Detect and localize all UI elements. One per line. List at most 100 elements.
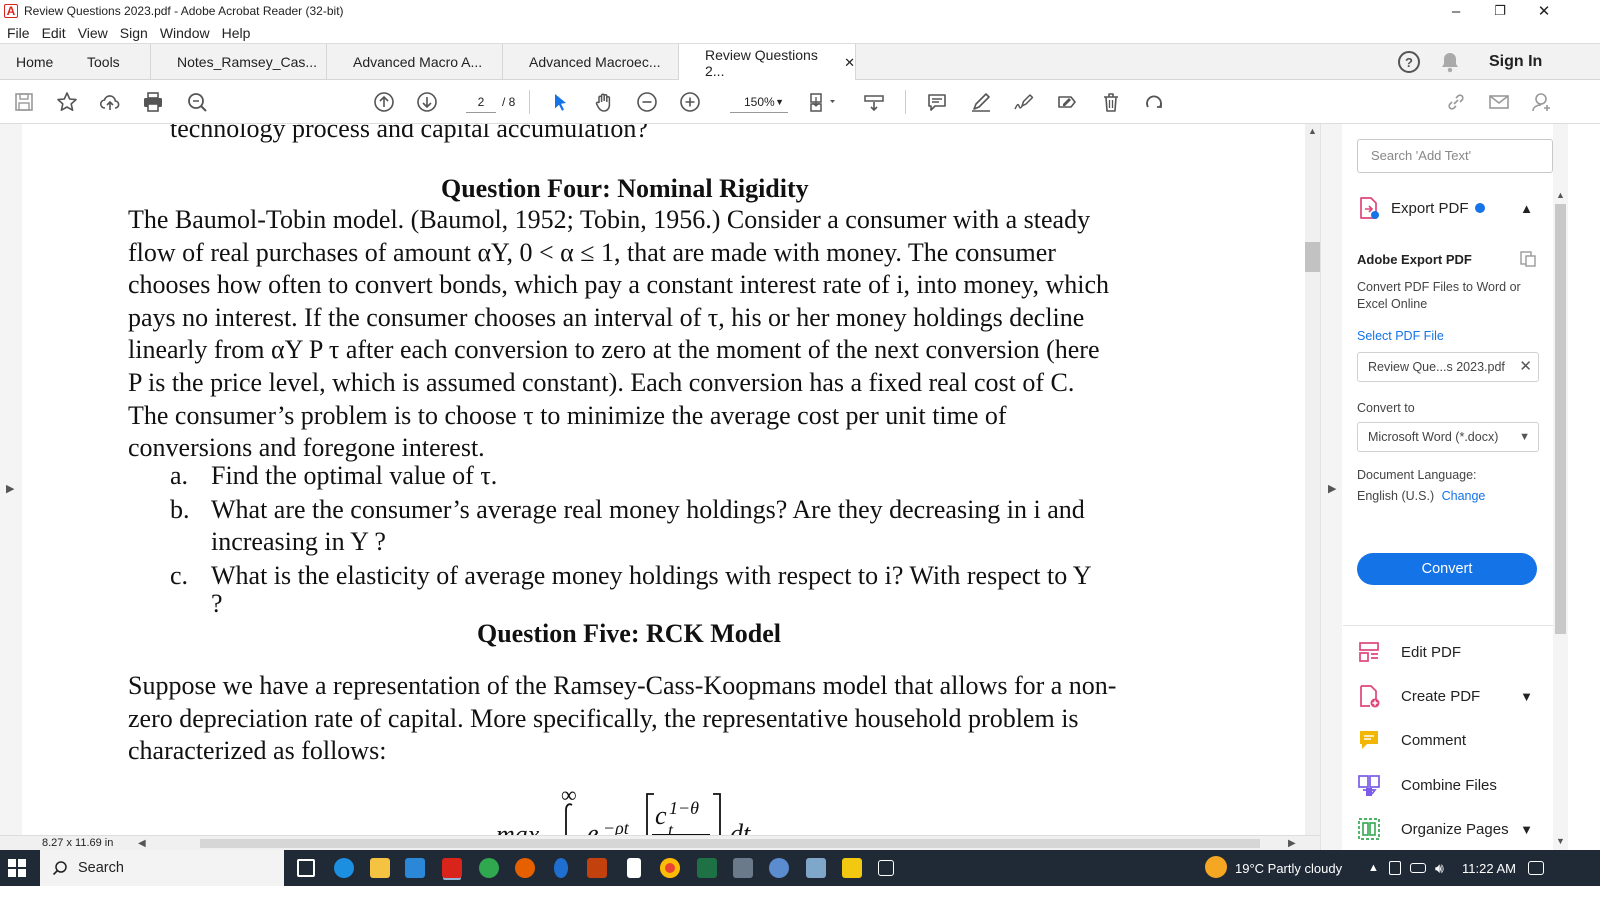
scroll-down-icon[interactable]: ▼ (1556, 836, 1565, 846)
tab-home[interactable]: Home (16, 44, 53, 80)
add-user-button[interactable] (1528, 88, 1556, 116)
doc-tab[interactable]: Advanced Macro A... (326, 44, 502, 80)
zoom-in-button[interactable] (676, 88, 704, 116)
previous-page-button[interactable] (370, 88, 398, 116)
tools-search-input[interactable]: Search 'Add Text' (1357, 139, 1553, 173)
mail-icon[interactable] (405, 858, 425, 878)
chevron-down-icon[interactable]: ▼ (1520, 689, 1533, 704)
battery-icon[interactable] (1410, 863, 1426, 873)
page-display-button[interactable] (805, 88, 839, 116)
document-viewport[interactable]: ▶ technology process and capital accumul… (0, 124, 1320, 850)
print-button[interactable] (139, 88, 167, 116)
delete-button[interactable] (1097, 88, 1125, 116)
calculator-icon[interactable] (733, 858, 753, 878)
notepad-icon[interactable] (627, 858, 641, 878)
windows-start-icon[interactable] (8, 859, 26, 877)
zoom-out-button[interactable] (633, 88, 661, 116)
email-button[interactable] (1485, 88, 1513, 116)
fill-sign-button[interactable] (1053, 88, 1081, 116)
zoom-level-select[interactable]: 150% ▼ (730, 91, 788, 113)
horizontal-scrollbar-thumb[interactable] (200, 839, 1260, 848)
rotate-button[interactable] (1140, 88, 1168, 116)
export-pdf-header[interactable]: Export PDF ▲ (1357, 192, 1553, 224)
select-tool-button[interactable] (546, 88, 574, 116)
tools-pane: Search 'Add Text' Export PDF ▲ Adobe Exp… (1343, 124, 1553, 850)
tools-pane-scrollbar[interactable]: ▲ ▼ (1553, 124, 1568, 850)
power-bi-icon[interactable] (842, 858, 862, 878)
comment-button[interactable] (923, 88, 951, 116)
file-explorer-icon[interactable] (370, 858, 390, 878)
highlight-button[interactable] (967, 88, 995, 116)
close-window-button[interactable]: ✕ (1521, 0, 1567, 22)
scrollbar-thumb[interactable] (1555, 204, 1566, 634)
network-app-icon[interactable] (806, 858, 826, 878)
convert-format-select[interactable]: Microsoft Word (*.docx) ▼ (1357, 422, 1539, 452)
edge-browser-icon[interactable] (334, 858, 354, 878)
list-item-text: What are the consumer’s average real mon… (211, 495, 1085, 524)
restore-button[interactable]: ❐ (1477, 0, 1523, 22)
onedrive-sync-icon[interactable] (1389, 861, 1401, 875)
menu-view[interactable]: View (78, 25, 108, 41)
scrollbar-thumb[interactable] (1305, 242, 1320, 272)
menu-file[interactable]: File (7, 25, 30, 41)
notifications-center-icon[interactable] (1528, 861, 1544, 875)
left-panel-toggle[interactable]: ▶ (0, 124, 22, 850)
page-number-input[interactable]: 2 (466, 91, 496, 113)
weather-readout[interactable]: 19°C Partly cloudy (1235, 850, 1342, 886)
document-vertical-scrollbar[interactable]: ▲ ▼ (1305, 124, 1320, 850)
chrome-icon[interactable] (660, 858, 680, 878)
doc-tab[interactable]: Advanced Macroec... (502, 44, 678, 80)
tab-tools[interactable]: Tools (87, 44, 120, 80)
powerpoint-icon[interactable] (587, 858, 607, 878)
sign-in-button[interactable]: Sign In (1489, 44, 1542, 80)
clear-file-icon[interactable]: ✕ (1519, 353, 1532, 381)
excel-icon[interactable] (697, 858, 717, 878)
menu-sign[interactable]: Sign (120, 25, 148, 41)
close-tab-icon[interactable]: ✕ (844, 55, 855, 71)
bluetooth-icon[interactable] (554, 858, 568, 878)
help-button[interactable]: ? (1398, 44, 1420, 80)
doc-tab-active[interactable]: Review Questions 2... ✕ (678, 44, 856, 81)
save-button[interactable] (10, 88, 38, 116)
taskbar-search[interactable]: Search (40, 850, 284, 886)
volume-icon[interactable]: 🔊︎ (1435, 850, 1444, 886)
scroll-right-icon[interactable]: ▶ (1288, 836, 1296, 851)
chevron-up-icon[interactable]: ▲ (1520, 201, 1533, 216)
share-link-button[interactable] (1442, 88, 1470, 116)
tray-overflow-icon[interactable]: ▲ (1368, 850, 1379, 886)
scroll-up-icon[interactable]: ▲ (1308, 126, 1317, 136)
tool-comment[interactable]: Comment (1357, 726, 1553, 754)
tool-create-pdf[interactable]: Create PDF ▼ (1357, 682, 1553, 710)
clock[interactable]: 11:22 AM (1462, 850, 1516, 886)
acrobat-taskbar-icon[interactable] (442, 858, 462, 878)
scroll-up-icon[interactable]: ▲ (1556, 190, 1565, 200)
utorrent-icon[interactable] (479, 858, 499, 878)
bookmark-star-button[interactable] (53, 88, 81, 116)
select-pdf-file-link[interactable]: Select PDF File (1357, 329, 1444, 343)
selected-file-field[interactable]: Review Que...s 2023.pdf ✕ (1357, 352, 1539, 382)
menu-window[interactable]: Window (160, 25, 210, 41)
menu-edit[interactable]: Edit (42, 25, 66, 41)
change-language-link[interactable]: Change (1442, 489, 1486, 503)
task-view-icon[interactable] (297, 859, 315, 877)
app-grid-icon[interactable] (878, 860, 894, 876)
tool-organize-pages[interactable]: Organize Pages ▼ (1357, 815, 1553, 843)
hand-tool-button[interactable] (590, 88, 618, 116)
tool-combine-files[interactable]: Combine Files (1357, 771, 1553, 799)
minimize-button[interactable]: – (1433, 0, 1479, 22)
right-panel-toggle[interactable]: ▶ (1320, 124, 1342, 850)
doc-tab[interactable]: Notes_Ramsey_Cas... (150, 44, 326, 80)
chevron-down-icon[interactable]: ▼ (1520, 822, 1533, 837)
menu-help[interactable]: Help (222, 25, 251, 41)
notifications-button[interactable] (1440, 44, 1460, 80)
next-page-button[interactable] (413, 88, 441, 116)
r-app-icon[interactable] (769, 858, 789, 878)
zoom-search-button[interactable] (183, 88, 211, 116)
scrolling-mode-button[interactable] (860, 88, 888, 116)
sign-button[interactable] (1010, 88, 1038, 116)
tool-edit-pdf[interactable]: Edit PDF (1357, 638, 1553, 666)
scroll-left-icon[interactable]: ◀ (138, 836, 146, 851)
convert-button[interactable]: Convert (1357, 553, 1537, 585)
upload-button[interactable] (96, 88, 124, 116)
firefox-icon[interactable] (515, 858, 535, 878)
